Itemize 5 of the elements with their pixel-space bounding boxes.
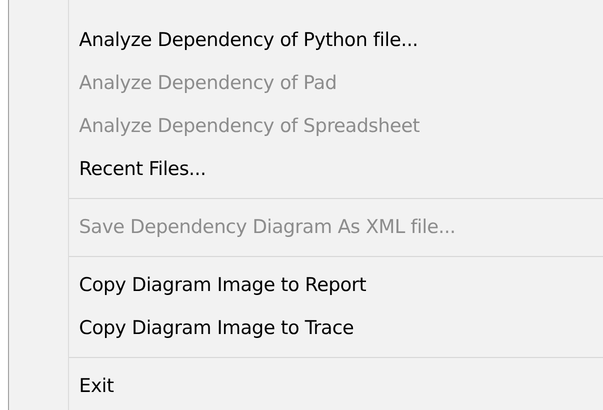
menu-item[interactable]: Copy Diagram Image to Trace (9, 307, 603, 350)
menu-item[interactable]: Exit (9, 365, 603, 408)
menu-item[interactable]: Analyze Dependency of Python file... (9, 19, 603, 62)
menu-item[interactable]: Copy Diagram Image to Report (9, 264, 603, 307)
menu-item[interactable]: Recent Files... (9, 148, 603, 191)
